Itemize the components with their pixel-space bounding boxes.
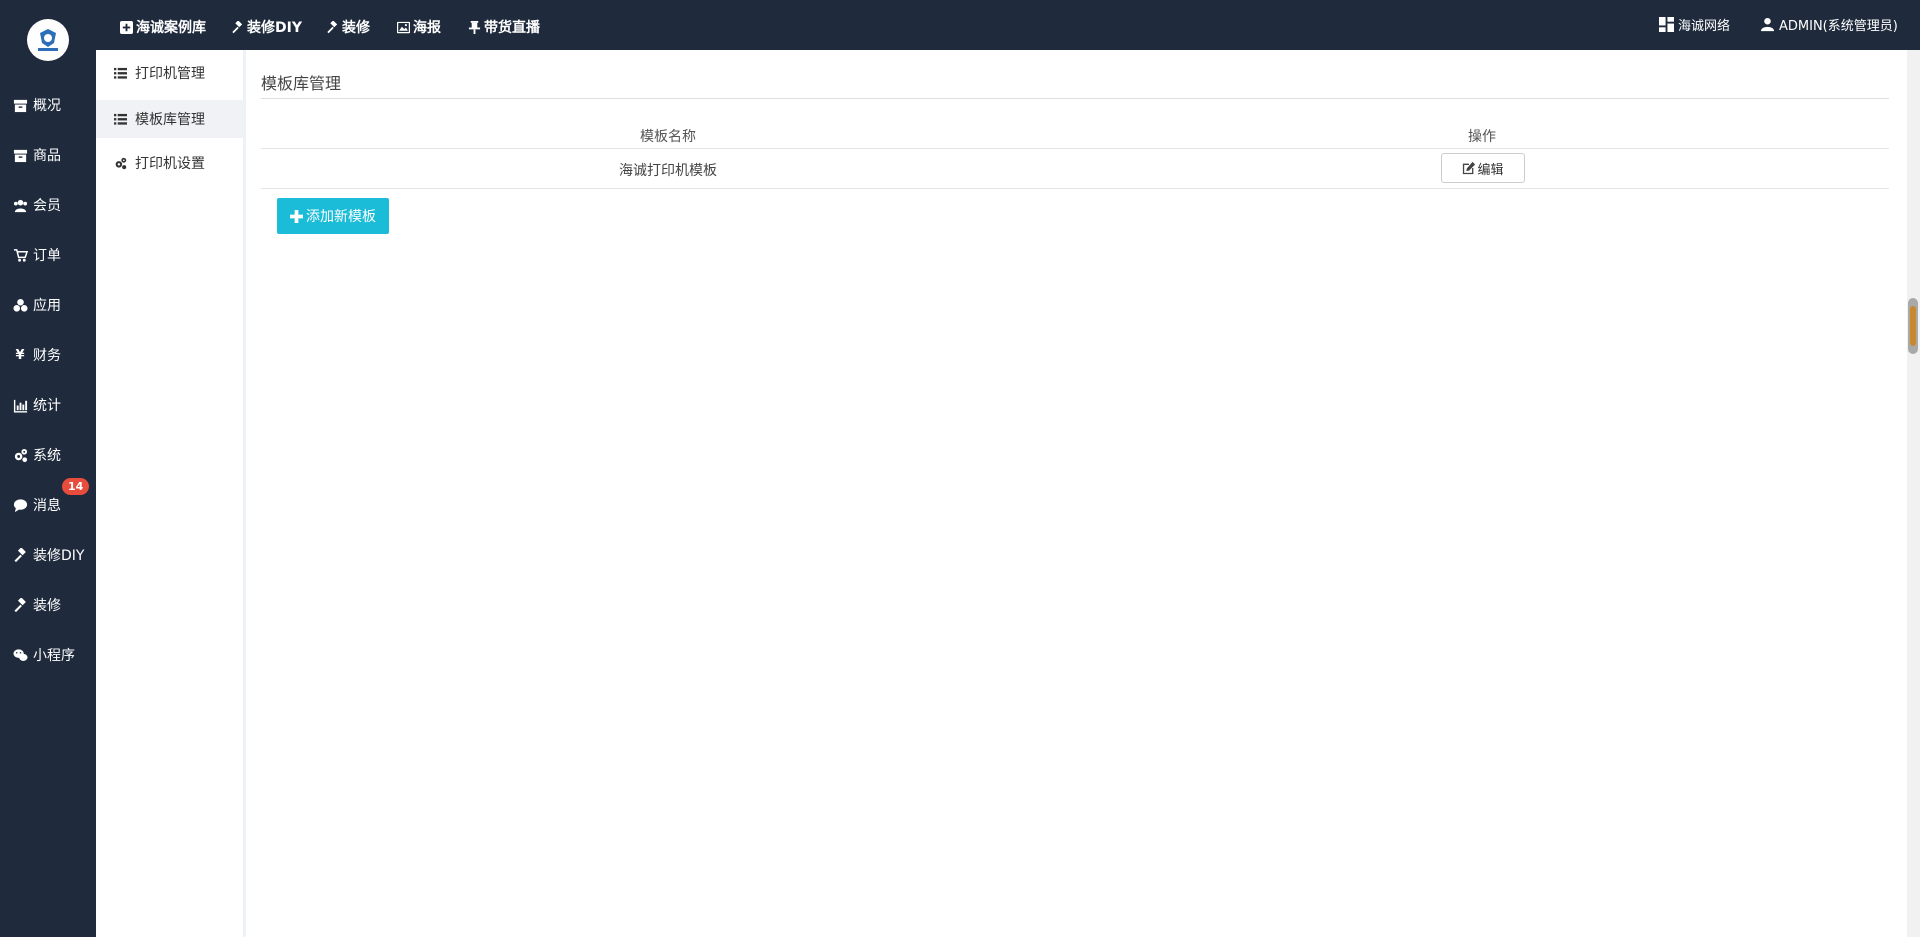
plus-square-icon [120,20,133,34]
divider [261,98,1889,99]
topnav-label: 海诚案例库 [136,20,206,36]
vertical-scrollbar[interactable] [1907,50,1920,937]
sidebar-item-label: 装修 [33,598,61,614]
gavel-icon [232,20,243,33]
sidebar-item-members[interactable]: 会员 [0,185,96,225]
user-label: ADMIN(系统管理员) [1779,18,1898,34]
wechat-icon [12,647,28,663]
sidebar-item-label: 概况 [33,98,61,114]
user-menu[interactable]: ADMIN(系统管理员) [1760,14,1898,34]
top-bar: 海诚案例库 装修DIY 装修 海报 带货直播 海诚网络 ADMIN(系统管理员) [96,0,1920,50]
cogs-icon [115,157,127,169]
logo-icon [32,24,64,56]
scrollbar-thumb[interactable] [1908,298,1918,354]
image-icon [397,21,410,33]
sidebar-item-system[interactable]: 系统 [0,435,96,475]
subnav-item-template-library[interactable]: 模板库管理 [96,100,243,138]
dashboard-icon [1659,16,1674,32]
list-icon [114,67,127,79]
plus-icon [290,209,303,223]
table-header: 模板名称 操作 [261,119,1889,149]
sidebar-item-finance[interactable]: ¥ 财务 [0,335,96,375]
sidebar-item-label: 系统 [33,448,61,464]
cart-icon [12,247,28,263]
column-header-name: 模板名称 [640,129,696,145]
gavel-icon [12,547,28,563]
site-switch[interactable]: 海诚网络 [1659,14,1730,34]
sidebar-item-label: 商品 [33,148,61,164]
sidebar-item-label: 统计 [33,398,61,414]
template-name-cell: 海诚打印机模板 [619,163,717,179]
edit-icon [1463,161,1476,175]
archive-icon [12,97,28,113]
yen-icon: ¥ [15,347,25,363]
topnav-label: 装修 [342,20,370,36]
cogs-icon [12,447,28,463]
archive-icon [12,147,28,163]
edit-button[interactable]: 编辑 [1441,153,1525,183]
subnav-item-printer-manage[interactable]: 打印机管理 [96,54,243,92]
sidebar-item-stats[interactable]: 统计 [0,385,96,425]
sidebar-item-label: 消息 [33,498,61,514]
user-icon [1760,17,1775,31]
subnav-item-printer-settings[interactable]: 打印机设置 [96,144,243,182]
gavel-icon [327,20,338,33]
sidebar-item-label: 财务 [33,348,61,364]
sidebar-item-label: 订单 [33,248,61,264]
bar-chart-icon [12,397,28,413]
sidebar-item-label: 装修DIY [33,548,85,564]
topnav-item-case-library[interactable]: 海诚案例库 [120,17,206,37]
sidebar-item-apps[interactable]: 应用 [0,285,96,325]
sidebar-item-overview[interactable]: 概况 [0,85,96,125]
sidebar-item-orders[interactable]: 订单 [0,235,96,275]
column-header-action: 操作 [1468,129,1496,145]
pin-icon [468,20,481,34]
table-row: 海诚打印机模板 编辑 [261,149,1889,189]
add-template-button[interactable]: 添加新模板 [277,198,389,234]
edit-button-label: 编辑 [1477,162,1504,178]
sidebar-item-miniprogram[interactable]: 小程序 [0,635,96,675]
sidebar-item-decor-diy[interactable]: 装修DIY [0,535,96,575]
sidebar-item-goods[interactable]: 商品 [0,135,96,175]
subnav-label: 打印机设置 [135,156,205,172]
subnav-label: 打印机管理 [135,66,205,82]
topnav-item-live[interactable]: 带货直播 [468,17,540,37]
gavel-icon [12,597,28,613]
users-icon [12,197,28,213]
sub-sidebar: 打印机管理 模板库管理 打印机设置 [96,50,246,937]
logo[interactable] [27,19,69,61]
topnav-item-decor-diy[interactable]: 装修DIY [231,17,302,37]
sidebar-item-label: 会员 [33,198,61,214]
sidebar-item-label: 应用 [33,298,61,314]
topnav-label: 装修DIY [247,20,302,36]
comment-icon [12,497,28,513]
cubes-icon [12,297,28,313]
topnav-item-poster[interactable]: 海报 [397,17,441,37]
page-title: 模板库管理 [261,74,342,93]
add-template-label: 添加新模板 [306,209,376,225]
topnav-label: 海报 [413,20,441,36]
site-label: 海诚网络 [1678,18,1731,34]
message-count-badge: 14 [62,478,90,495]
topnav-label: 带货直播 [484,20,540,36]
main-sidebar: 概况 商品 会员 订单 应用 ¥ 财务 统计 系统 消息 14 装修DIY 装修 [0,0,96,937]
subnav-label: 模板库管理 [135,112,205,128]
sidebar-item-messages[interactable]: 消息 14 [0,478,96,525]
sidebar-item-decor[interactable]: 装修 [0,585,96,625]
sidebar-item-label: 小程序 [33,648,75,664]
topnav-item-decor[interactable]: 装修 [326,17,370,37]
list-icon [114,113,127,125]
